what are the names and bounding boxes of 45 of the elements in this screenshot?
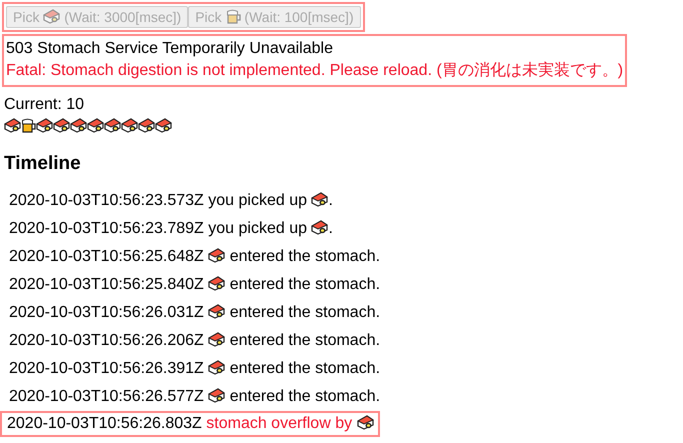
sushi-icon [208,360,226,375]
status-text: 503 Stomach Service Temporarily Unavailable [6,39,334,59]
period: . [328,192,333,209]
timestamp: 2020-10-03T10:56:23.789Z [9,220,204,237]
sushi-icon [36,118,53,132]
sushi-icon [104,118,121,132]
timestamp: 2020-10-03T10:56:23.573Z [9,192,204,209]
event-text: entered the stomach. [230,332,380,349]
sushi-icon [70,118,87,132]
sushi-icon [87,118,104,132]
sushi-icon [208,248,226,263]
current-count: Current: 10 [4,95,86,115]
sushi-icon [311,220,328,235]
sushi-icon [53,118,70,132]
sushi-icon [311,192,328,207]
timestamp: 2020-10-03T10:56:26.206Z [9,332,204,349]
sushi-icon [4,118,21,132]
overflow-text: stomach overflow by [206,415,352,432]
error-message: Fatal: Stomach digestion is not implemented. Please reload. (胃の消化は未実装です。) [6,60,624,81]
event-text: entered the stomach. [230,388,380,405]
sushi-icon [208,304,226,319]
beer-mug-icon [21,118,36,132]
timestamp: 2020-10-03T10:56:25.648Z [9,248,204,265]
sushi-icon [121,118,138,132]
event-text: entered the stomach. [230,304,380,321]
sushi-icon [155,118,172,132]
event-text: entered the stomach. [230,276,380,293]
sushi-icon [43,9,60,24]
timestamp: 2020-10-03T10:56:26.803Z [7,415,202,432]
timestamp: 2020-10-03T10:56:26.577Z [9,388,204,405]
sushi-icon [208,276,226,291]
timestamp: 2020-10-03T10:56:25.840Z [9,276,204,293]
beer-mug-icon [226,9,241,24]
period: . [328,220,333,237]
event-text: you picked up [208,192,307,209]
timestamp: 2020-10-03T10:56:26.391Z [9,360,204,377]
sushi-icon [208,332,226,347]
section-heading: Timeline [4,153,82,175]
event-text: you picked up [208,220,307,237]
event-text: entered the stomach. [230,360,380,377]
timestamp: 2020-10-03T10:56:26.031Z [9,304,204,321]
event-text: entered the stomach. [230,248,380,265]
sushi-icon [138,118,155,132]
sushi-icon [208,388,226,403]
sushi-icon [356,415,374,430]
